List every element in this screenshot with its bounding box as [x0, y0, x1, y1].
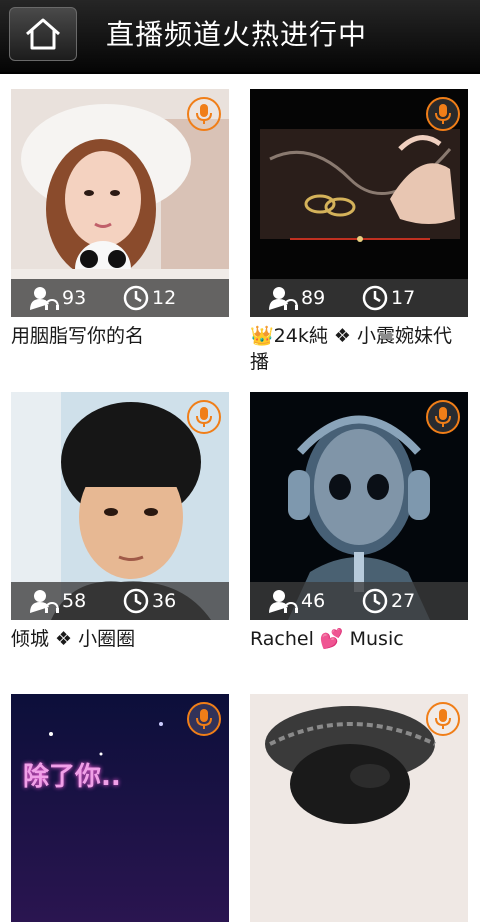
microphone-icon: [196, 709, 212, 729]
live-duration-value: 36: [152, 590, 177, 612]
clock-icon: [123, 588, 149, 614]
channel-card[interactable]: [250, 694, 468, 922]
channel-name[interactable]: Rachel 💕 Music: [250, 626, 470, 652]
channel-thumbnail[interactable]: 58 36: [11, 392, 229, 620]
viewer-count: 89: [268, 283, 325, 313]
live-duration-value: 17: [391, 287, 416, 309]
channel-thumbnail[interactable]: 93 12: [11, 89, 229, 317]
live-duration: 36: [123, 586, 176, 616]
top-bar: 直播频道火热进行中: [0, 0, 480, 74]
live-mic-badge: [187, 400, 221, 434]
cover-overlay-text: 除了你..: [23, 762, 121, 792]
channel-stats: 89 17: [250, 279, 468, 317]
live-duration-value: 12: [152, 287, 177, 309]
listener-icon: [269, 590, 298, 613]
channel-thumbnail[interactable]: 89 17: [250, 89, 468, 317]
viewer-count: 93: [29, 283, 86, 313]
microphone-icon: [196, 104, 212, 124]
listener-icon: [30, 590, 59, 613]
clock-icon: [123, 285, 149, 311]
channel-thumbnail[interactable]: 46 27: [250, 392, 468, 620]
microphone-icon: [435, 104, 451, 124]
channel-grid: 93 12 用胭脂写你的名 89 17 👑24k純 ❖ 小震婉妹代播 58 36…: [0, 72, 480, 922]
channel-stats: 46 27: [250, 582, 468, 620]
live-mic-badge: [426, 97, 460, 131]
channel-name[interactable]: 倾城 ❖ 小圈圈: [11, 626, 231, 652]
live-mic-badge: [426, 400, 460, 434]
viewer-count-value: 93: [62, 287, 87, 309]
home-icon: [26, 18, 60, 50]
live-duration: 12: [123, 283, 176, 313]
channel-card[interactable]: 46 27 Rachel 💕 Music: [250, 392, 468, 652]
home-button[interactable]: [9, 7, 77, 61]
channel-stats: 93 12: [11, 279, 229, 317]
microphone-icon: [435, 407, 451, 427]
listener-icon: [30, 287, 59, 310]
clock-icon: [362, 588, 388, 614]
live-mic-badge: [426, 702, 460, 736]
channel-name[interactable]: 👑24k純 ❖ 小震婉妹代播: [250, 323, 470, 375]
live-mic-badge: [187, 97, 221, 131]
viewer-count-value: 46: [301, 590, 326, 612]
channel-stats: 58 36: [11, 582, 229, 620]
listener-icon: [269, 287, 298, 310]
page-title: 直播频道火热进行中: [106, 18, 368, 51]
viewer-count: 58: [29, 586, 86, 616]
viewer-count-value: 58: [62, 590, 87, 612]
live-duration-value: 27: [391, 590, 416, 612]
channel-thumbnail[interactable]: 除了你..: [11, 694, 229, 922]
microphone-icon: [435, 709, 451, 729]
channel-card[interactable]: 58 36 倾城 ❖ 小圈圈: [11, 392, 229, 652]
live-mic-badge: [187, 702, 221, 736]
viewer-count-value: 89: [301, 287, 326, 309]
channel-thumbnail[interactable]: [250, 694, 468, 922]
live-duration: 17: [362, 283, 415, 313]
channel-name[interactable]: 用胭脂写你的名: [11, 323, 231, 349]
viewer-count: 46: [268, 586, 325, 616]
microphone-icon: [196, 407, 212, 427]
channel-card[interactable]: 除了你..: [11, 694, 229, 922]
clock-icon: [362, 285, 388, 311]
channel-card[interactable]: 89 17 👑24k純 ❖ 小震婉妹代播: [250, 89, 468, 375]
live-duration: 27: [362, 586, 415, 616]
channel-card[interactable]: 93 12 用胭脂写你的名: [11, 89, 229, 349]
